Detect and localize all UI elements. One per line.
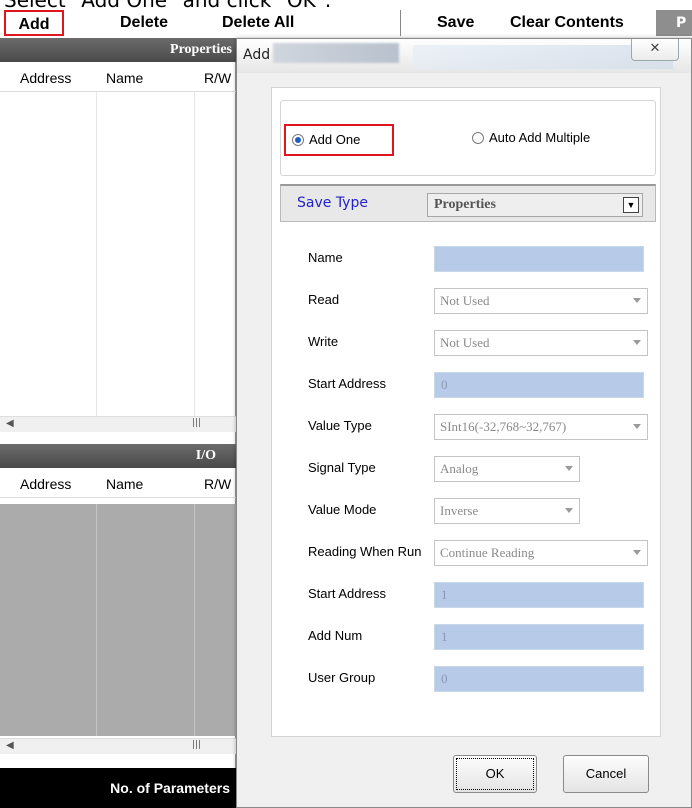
- dialog-title: Add: [243, 47, 271, 63]
- column-separator: [96, 504, 97, 736]
- name-label: Name: [308, 250, 343, 265]
- value-type-label: Value Type: [308, 418, 372, 433]
- write-label: Write: [308, 334, 339, 349]
- properties-header: Properties: [0, 38, 236, 62]
- column-name[interactable]: Name: [106, 70, 143, 86]
- io-header: I/O: [0, 444, 236, 468]
- properties-column-header: Address Name R/W: [0, 64, 236, 92]
- clear-contents-button[interactable]: Clear Contents: [510, 10, 624, 36]
- write-select[interactable]: Not Used: [434, 330, 648, 356]
- column-separator: [194, 504, 195, 736]
- radio-auto-add-label: Auto Add Multiple: [489, 130, 591, 145]
- radio-add-one[interactable]: Add One: [284, 124, 394, 156]
- user-group-label: User Group: [308, 670, 376, 685]
- horizontal-scrollbar[interactable]: ◀ |||: [0, 416, 236, 432]
- read-value: Not Used: [440, 293, 490, 308]
- reading-when-run-value: Continue Reading: [440, 545, 535, 560]
- save-button[interactable]: Save: [437, 10, 474, 36]
- delete-button[interactable]: Delete: [120, 10, 168, 36]
- dialog-content: Add One Auto Add Multiple Save Type Prop…: [271, 87, 661, 737]
- parameter-panel: Properties Address Name R/W ◀ ||| I/O Ad…: [0, 38, 236, 808]
- read-label: Read: [308, 292, 340, 307]
- start-address-label: Start Address: [308, 376, 387, 391]
- io-column-header: Address Name R/W: [0, 470, 236, 498]
- dropdown-arrow-icon: [633, 550, 641, 555]
- add-button[interactable]: Add: [4, 10, 64, 36]
- signal-type-select[interactable]: Analog: [434, 456, 580, 482]
- value-type-value: SInt16(-32,768~32,767): [440, 419, 567, 434]
- ok-button[interactable]: OK: [453, 755, 537, 793]
- dropdown-arrow-icon[interactable]: ▼: [623, 197, 639, 213]
- delete-all-button[interactable]: Delete All: [222, 10, 294, 36]
- save-type-value: Properties: [434, 197, 496, 212]
- signal-type-value: Analog: [440, 461, 479, 476]
- scroll-left-icon[interactable]: ◀: [6, 740, 14, 751]
- column-rw[interactable]: R/W: [204, 70, 231, 86]
- toolbar-divider: [400, 10, 401, 36]
- close-icon[interactable]: ✕: [631, 39, 679, 61]
- io-horizontal-scrollbar[interactable]: ◀ |||: [0, 738, 236, 754]
- cancel-button[interactable]: Cancel: [563, 755, 649, 793]
- add-dialog: Add ✕ Add One Auto Add Multiple Save Typ…: [236, 38, 692, 808]
- user-group-input[interactable]: 0: [434, 666, 644, 692]
- toolbar: Add Delete Delete All Save Clear Content…: [0, 10, 692, 36]
- toolbar-overflow-button[interactable]: P: [656, 10, 692, 36]
- value-type-select[interactable]: SInt16(-32,768~32,767): [434, 414, 648, 440]
- radio-checked-icon[interactable]: [292, 134, 304, 146]
- dropdown-arrow-icon: [633, 424, 641, 429]
- read-select[interactable]: Not Used: [434, 288, 648, 314]
- add-num-label: Add Num: [308, 628, 363, 643]
- signal-type-label: Signal Type: [308, 460, 376, 475]
- radio-unchecked-icon[interactable]: [472, 132, 484, 144]
- save-type-bar: Save Type Properties ▼: [280, 184, 656, 222]
- column-separator: [194, 92, 195, 416]
- titlebar-blurred-text: [273, 43, 399, 63]
- dropdown-arrow-icon: [633, 340, 641, 345]
- io-column-address[interactable]: Address: [20, 476, 71, 492]
- scroll-grip-icon: |||: [192, 418, 202, 428]
- value-mode-value: Inverse: [440, 503, 479, 518]
- save-type-select[interactable]: Properties ▼: [427, 193, 643, 217]
- start-address-input[interactable]: 0: [434, 372, 644, 398]
- radio-auto-add-multiple[interactable]: Auto Add Multiple: [472, 130, 590, 152]
- dropdown-arrow-icon: [565, 508, 573, 513]
- io-column-name[interactable]: Name: [106, 476, 143, 492]
- parameter-count-footer: No. of Parameters: [0, 768, 236, 808]
- add-num-input[interactable]: 1: [434, 624, 644, 650]
- write-value: Not Used: [440, 335, 490, 350]
- start-address-2-input[interactable]: 1: [434, 582, 644, 608]
- column-address[interactable]: Address: [20, 70, 71, 86]
- dialog-titlebar[interactable]: Add ✕: [237, 39, 691, 73]
- radio-add-one-label: Add One: [309, 132, 361, 147]
- start-address-2-label: Start Address: [308, 586, 387, 601]
- save-type-label: Save Type: [297, 195, 368, 211]
- io-table-body: [0, 504, 236, 736]
- reading-when-run-select[interactable]: Continue Reading: [434, 540, 648, 566]
- reading-when-run-label: Reading When Run: [308, 544, 422, 559]
- value-mode-select[interactable]: Inverse: [434, 498, 580, 524]
- dropdown-arrow-icon: [565, 466, 573, 471]
- io-column-rw[interactable]: R/W: [204, 476, 231, 492]
- scroll-left-icon[interactable]: ◀: [6, 418, 14, 429]
- column-separator: [96, 92, 97, 416]
- scroll-grip-icon: |||: [192, 740, 202, 750]
- value-mode-label: Value Mode: [308, 502, 377, 517]
- dropdown-arrow-icon: [633, 298, 641, 303]
- name-input[interactable]: [434, 246, 644, 272]
